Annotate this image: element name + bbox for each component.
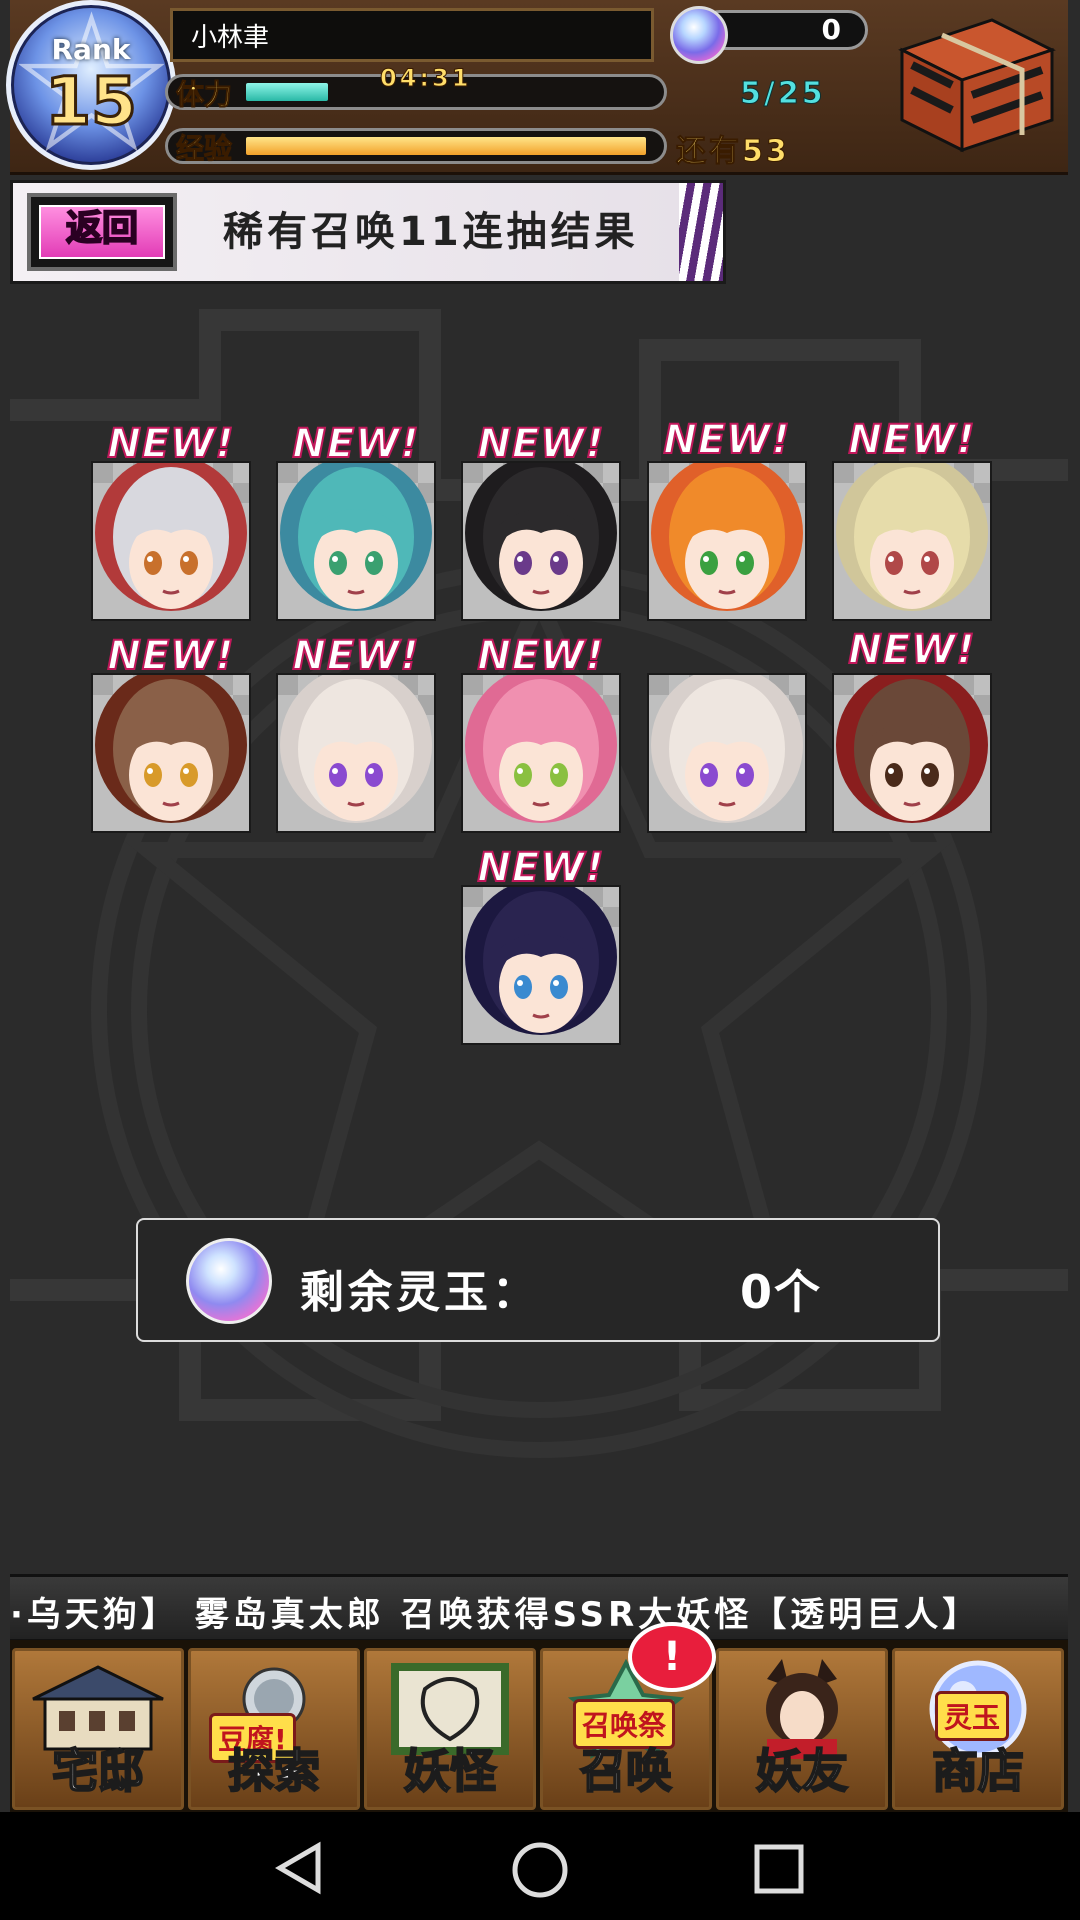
banner-decoration [679, 183, 723, 281]
nav-friends-label: 妖友 [755, 1743, 849, 1799]
summon-alert-badge: ! [628, 1622, 716, 1692]
character-card[interactable] [276, 673, 436, 833]
nav-summon-label: 召唤 [579, 1743, 673, 1799]
exp-fill [246, 137, 646, 155]
remaining-orbs-panel: 剩余灵玉： 0个 [136, 1218, 940, 1342]
nav-shop-button[interactable]: 灵玉 商店 [892, 1648, 1064, 1810]
stamina-timer: 04:31 [379, 64, 472, 93]
rank-value: 15 [44, 62, 139, 142]
nav-yokai-label: 妖怪 [403, 1743, 497, 1799]
nav-explore-button[interactable]: 豆腐! 探索 [188, 1648, 360, 1810]
exp-bar: 经验 [165, 128, 667, 166]
rank-label: Rank [51, 33, 131, 66]
character-card[interactable] [832, 673, 992, 833]
back-triangle-icon[interactable] [272, 1840, 328, 1896]
character-card[interactable] [91, 461, 251, 621]
remaining-orbs-value: 0个 [740, 1265, 823, 1319]
character-card[interactable] [461, 673, 621, 833]
character-portrait [278, 463, 434, 619]
nav-home-label: 宅邸 [51, 1743, 145, 1799]
nav-shop-tag: 灵玉 [935, 1691, 1010, 1741]
new-badge: NEW! [106, 420, 235, 468]
treasure-chest-icon[interactable] [882, 10, 1062, 160]
remaining-orbs-label: 剩余灵玉： [300, 1267, 540, 1318]
character-portrait [834, 675, 990, 831]
ticker-text: ·乌天狗】 雾岛真太郎 召唤获得SSR大妖怪【透明巨人】 [10, 1595, 981, 1635]
recents-square-icon[interactable] [752, 1842, 808, 1898]
nav-explore-label: 探索 [227, 1743, 321, 1799]
new-badge: NEW! [847, 416, 976, 464]
stamina-fill [246, 83, 328, 101]
new-badge: NEW! [106, 632, 235, 680]
character-portrait [463, 675, 619, 831]
character-portrait [278, 675, 434, 831]
new-badge: NEW! [662, 416, 791, 464]
stamina-value: 5/25 [740, 76, 826, 112]
new-badge: NEW! [476, 844, 605, 892]
player-name: 小林聿 [170, 8, 654, 62]
bottom-nav: 宅邸 豆腐! 探索 妖怪 召唤祭 召唤 妖友 灵玉 商店 ! [10, 1622, 1068, 1812]
nav-home-button[interactable]: 宅邸 [12, 1648, 184, 1810]
character-portrait [834, 463, 990, 619]
new-badge: NEW! [291, 420, 420, 468]
new-badge: NEW! [847, 626, 976, 674]
exp-remaining: 还有53 [676, 134, 790, 170]
character-portrait [463, 887, 619, 1043]
spirit-orb-icon [670, 6, 728, 64]
character-portrait [463, 463, 619, 619]
nav-friends-button[interactable]: 妖友 [716, 1648, 888, 1810]
new-badge: NEW! [476, 632, 605, 680]
character-card[interactable] [647, 673, 807, 833]
back-button-label: 返回 [39, 205, 165, 259]
character-card[interactable] [461, 885, 621, 1045]
nav-shop-label: 商店 [931, 1743, 1025, 1799]
character-portrait [649, 675, 805, 831]
spirit-orb-icon [186, 1238, 272, 1324]
stamina-label: 体力 [175, 78, 233, 112]
back-button[interactable]: 返回 [27, 193, 177, 271]
character-card[interactable] [276, 461, 436, 621]
rank-badge[interactable]: Rank 15 [6, 0, 176, 170]
character-card[interactable] [647, 461, 807, 621]
title-banner: 返回 稀有召唤11连抽结果 [10, 180, 726, 284]
new-badge: NEW! [291, 632, 420, 680]
news-ticker: ·乌天狗】 雾岛真太郎 召唤获得SSR大妖怪【透明巨人】 [10, 1574, 1068, 1641]
character-portrait [649, 463, 805, 619]
character-portrait [93, 463, 249, 619]
system-nav-bar [0, 1812, 1080, 1920]
home-circle-icon[interactable] [510, 1840, 570, 1900]
nav-yokai-button[interactable]: 妖怪 [364, 1648, 536, 1810]
exp-label: 经验 [175, 132, 233, 166]
character-portrait [93, 675, 249, 831]
page-title: 稀有召唤11连抽结果 [223, 209, 639, 255]
character-card[interactable] [461, 461, 621, 621]
character-card[interactable] [91, 673, 251, 833]
new-badge: NEW! [476, 420, 605, 468]
character-card[interactable] [832, 461, 992, 621]
